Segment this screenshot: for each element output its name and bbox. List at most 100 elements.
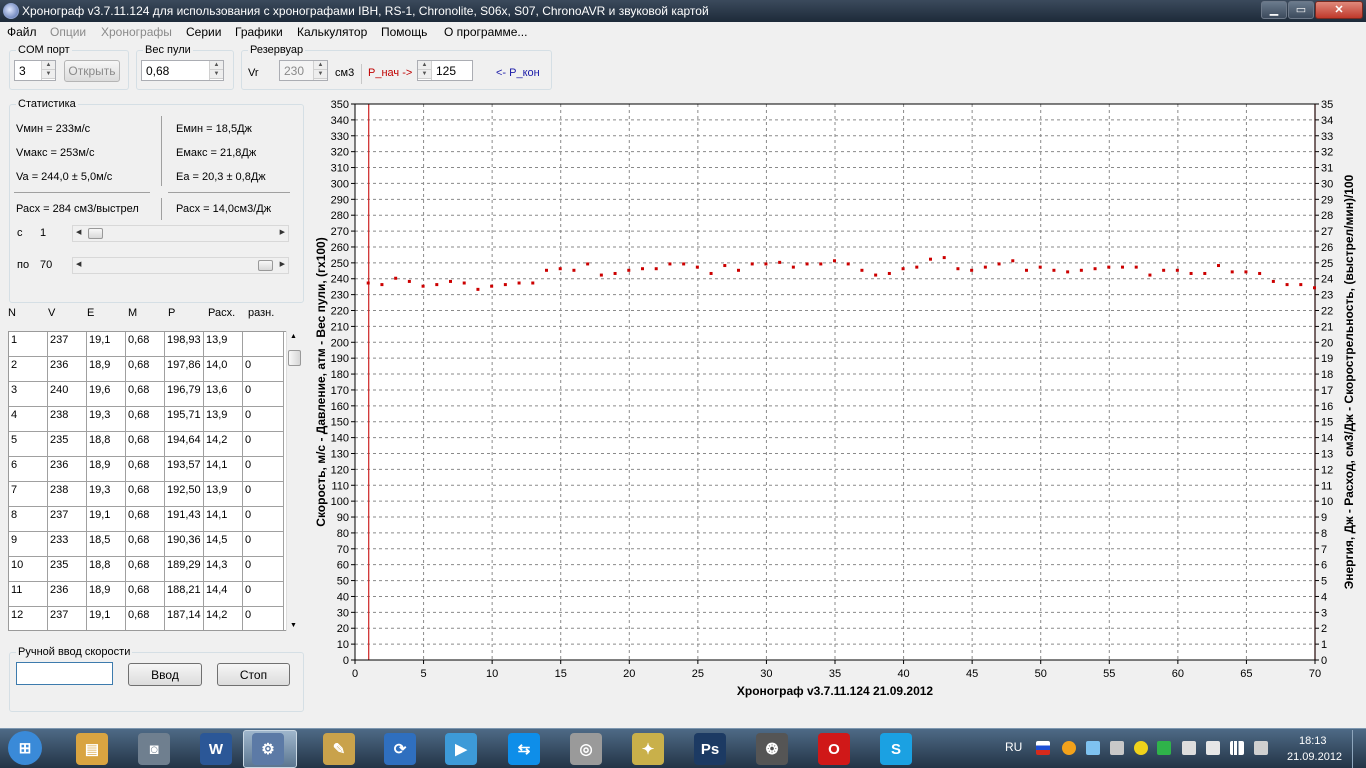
table-cell[interactable]: 7	[9, 482, 48, 507]
table-cell[interactable]: 196,79	[165, 382, 204, 407]
table-cell[interactable]: 0,68	[126, 507, 165, 532]
arrow-left-icon[interactable]: ◀	[76, 260, 81, 268]
notepad-icon[interactable]: ✎	[323, 733, 355, 765]
tray-app-icon[interactable]	[1062, 741, 1076, 755]
spin-down-icon[interactable]: ▼	[210, 70, 223, 79]
table-row[interactable]: 1 237 19,1 0,68 198,93 13,9	[9, 332, 284, 357]
table-cell[interactable]: 235	[48, 432, 87, 457]
maximize-button[interactable]: ▭	[1288, 1, 1314, 19]
table-cell[interactable]: 18,5	[87, 532, 126, 557]
column-header[interactable]: N	[8, 307, 16, 319]
table-row[interactable]: 9 233 18,5 0,68 190,36 14,5 0	[9, 532, 284, 557]
table-cell[interactable]: 13,9	[204, 482, 243, 507]
table-row[interactable]: 11 236 18,9 0,68 188,21 14,4 0	[9, 582, 284, 607]
table-cell[interactable]	[243, 332, 284, 357]
bullet-weight-spinner[interactable]: 0,68 ▲ ▼	[141, 60, 224, 81]
menu-series[interactable]: Серии	[186, 25, 221, 39]
menu-about[interactable]: О программе...	[444, 25, 527, 39]
camera-icon[interactable]: ◙	[138, 733, 170, 765]
sync-icon[interactable]: ⟳	[384, 733, 416, 765]
tank-volume-spinner[interactable]: 230 ▲ ▼	[279, 60, 328, 81]
table-cell[interactable]: 193,57	[165, 457, 204, 482]
table-cell[interactable]: 3	[9, 382, 48, 407]
table-cell[interactable]: 19,3	[87, 482, 126, 507]
table-cell[interactable]: 0	[243, 457, 284, 482]
table-cell[interactable]: 195,71	[165, 407, 204, 432]
table-cell[interactable]: 4	[9, 407, 48, 432]
table-cell[interactable]: 19,1	[87, 507, 126, 532]
table-cell[interactable]: 0	[243, 582, 284, 607]
table-cell[interactable]: 187,14	[165, 607, 204, 630]
start-orb-icon[interactable]: ⊞	[8, 731, 42, 765]
table-row[interactable]: 7 238 19,3 0,68 192,50 13,9 0	[9, 482, 284, 507]
table-cell[interactable]: 18,9	[87, 457, 126, 482]
flag-icon[interactable]	[1036, 741, 1050, 755]
menu-file[interactable]: Файл	[7, 25, 37, 39]
column-header[interactable]: M	[128, 307, 137, 319]
pressure-spinner[interactable]: ▲ ▼ 125	[417, 60, 473, 81]
media-player-icon[interactable]: ▶	[445, 733, 477, 765]
disc-icon[interactable]: ◎	[570, 733, 602, 765]
table-row[interactable]: 12 237 19,1 0,68 187,14 14,2 0	[9, 607, 284, 630]
slider-thumb[interactable]	[258, 260, 273, 271]
menu-options[interactable]: Опции	[50, 25, 86, 39]
table-cell[interactable]: 192,50	[165, 482, 204, 507]
table-cell[interactable]: 0,68	[126, 382, 165, 407]
table-cell[interactable]: 0,68	[126, 457, 165, 482]
spin-up-icon[interactable]: ▲	[210, 61, 223, 70]
slider-thumb[interactable]	[88, 228, 103, 239]
table-cell[interactable]: 0	[243, 532, 284, 557]
table-cell[interactable]: 0,68	[126, 432, 165, 457]
tray-app-icon[interactable]	[1110, 741, 1124, 755]
table-cell[interactable]: 14,1	[204, 507, 243, 532]
range-from-slider[interactable]: ◀ ▶	[72, 225, 289, 242]
opera-icon[interactable]: O	[818, 733, 850, 765]
spin-up-icon[interactable]: ▲	[418, 61, 431, 70]
volume-icon[interactable]	[1254, 741, 1268, 755]
column-header[interactable]: P	[168, 307, 175, 319]
table-cell[interactable]: 13,9	[204, 407, 243, 432]
table-cell[interactable]: 18,8	[87, 557, 126, 582]
arrow-left-icon[interactable]: ◀	[76, 228, 81, 236]
spin-down-icon[interactable]: ▼	[418, 70, 431, 79]
table-cell[interactable]: 0	[243, 507, 284, 532]
table-cell[interactable]: 14,1	[204, 457, 243, 482]
table-cell[interactable]: 19,1	[87, 332, 126, 357]
table-cell[interactable]: 0,68	[126, 357, 165, 382]
table-cell[interactable]: 9	[9, 532, 48, 557]
table-cell[interactable]: 197,86	[165, 357, 204, 382]
table-cell[interactable]: 236	[48, 582, 87, 607]
table-cell[interactable]: 14,2	[204, 607, 243, 630]
explorer-icon[interactable]: ▤	[76, 733, 108, 765]
word-icon[interactable]: W	[200, 733, 232, 765]
arrow-down-icon[interactable]: ▼	[290, 622, 297, 629]
com-port-spinner[interactable]: 3 ▲ ▼	[14, 60, 56, 81]
table-cell[interactable]: 0	[243, 407, 284, 432]
table-cell[interactable]: 14,4	[204, 582, 243, 607]
table-cell[interactable]: 11	[9, 582, 48, 607]
table-cell[interactable]: 0	[243, 557, 284, 582]
table-cell[interactable]: 240	[48, 382, 87, 407]
table-cell[interactable]: 188,21	[165, 582, 204, 607]
column-header[interactable]: Расх.	[208, 307, 235, 319]
table-row[interactable]: 10 235 18,8 0,68 189,29 14,3 0	[9, 557, 284, 582]
clock-date[interactable]: 21.09.2012	[1287, 751, 1342, 763]
spin-up-icon[interactable]: ▲	[314, 61, 327, 70]
table-cell[interactable]: 8	[9, 507, 48, 532]
table-cell[interactable]: 235	[48, 557, 87, 582]
menu-calculator[interactable]: Калькулятор	[297, 25, 367, 39]
table-cell[interactable]: 236	[48, 457, 87, 482]
column-header[interactable]: V	[48, 307, 55, 319]
menu-chronographs[interactable]: Хронографы	[101, 25, 172, 39]
tray-app-icon[interactable]	[1134, 741, 1148, 755]
table-row[interactable]: 5 235 18,8 0,68 194,64 14,2 0	[9, 432, 284, 457]
table-cell[interactable]: 0,68	[126, 332, 165, 357]
table-cell[interactable]: 5	[9, 432, 48, 457]
table-cell[interactable]: 18,8	[87, 432, 126, 457]
table-cell[interactable]: 0,68	[126, 482, 165, 507]
clock-time[interactable]: 18:13	[1299, 735, 1327, 747]
table-cell[interactable]: 19,3	[87, 407, 126, 432]
table-cell[interactable]: 0	[243, 432, 284, 457]
table-cell[interactable]: 18,9	[87, 357, 126, 382]
table-row[interactable]: 3 240 19,6 0,68 196,79 13,6 0	[9, 382, 284, 407]
